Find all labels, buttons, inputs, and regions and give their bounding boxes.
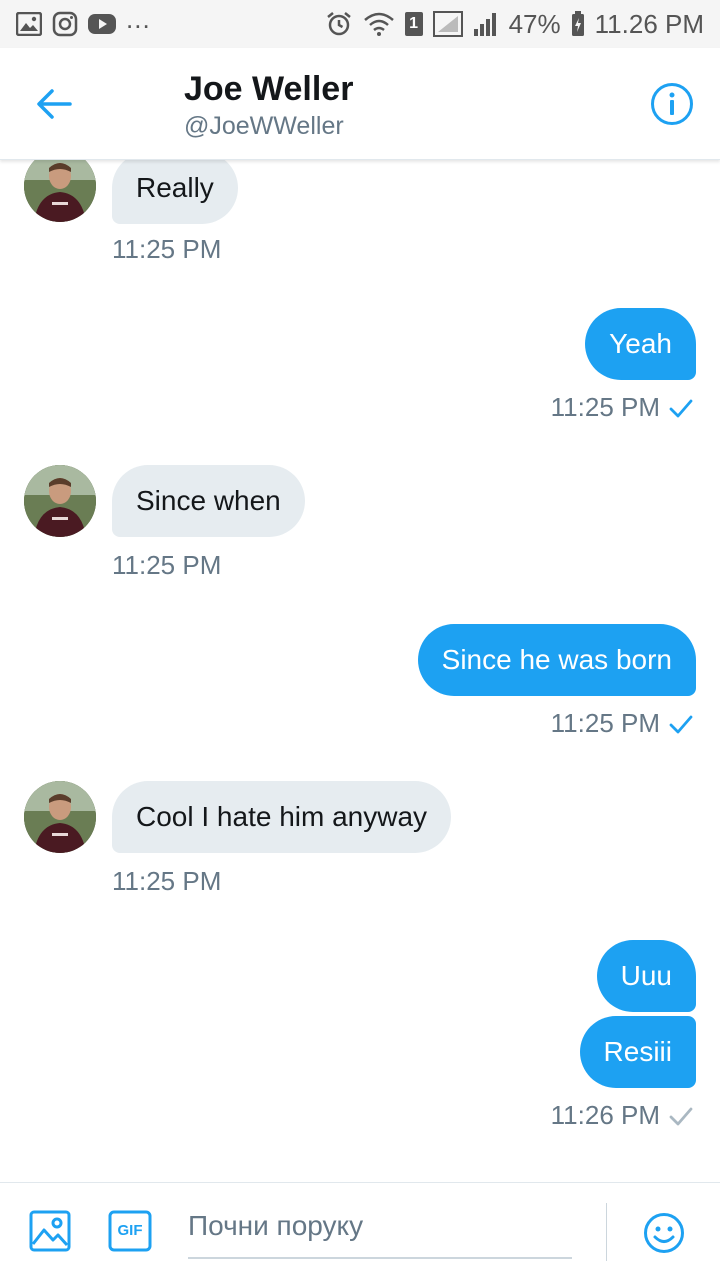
avatar[interactable] [24, 781, 96, 853]
message-timestamp: 11:25 PM [112, 866, 222, 896]
youtube-icon [88, 13, 116, 35]
status-bar-left: ... [16, 4, 151, 37]
emoji-button[interactable] [642, 1211, 686, 1255]
message-bubble-outgoing[interactable]: Since he was born [417, 624, 696, 696]
composer-divider [606, 1203, 607, 1261]
add-photo-button[interactable] [28, 1209, 72, 1253]
status-bar-right: 1 47% 11.26 PM [325, 9, 704, 40]
dm-conversation-screen: ... 1 47% 11.26 PM Joe Weller @JoeWWelle… [0, 0, 720, 1280]
back-button[interactable] [34, 84, 74, 124]
avatar[interactable] [24, 465, 96, 537]
battery-icon [571, 11, 585, 37]
read-check-icon [669, 715, 693, 734]
signal-icon [432, 11, 463, 37]
message-bubble-incoming[interactable]: Since when [112, 465, 305, 537]
message-bubble-outgoing[interactable]: Uuu [596, 940, 696, 1012]
message-timestamp: 11:25 PM [112, 234, 222, 264]
battery-percent: 47% [508, 8, 561, 39]
message-bubble-outgoing[interactable]: Yeah [585, 308, 696, 380]
message-bubble-incoming[interactable]: Cool I hate him anyway [112, 781, 452, 853]
status-bar: ... 1 47% 11.26 PM [0, 0, 720, 48]
signal-bars-icon [473, 11, 499, 37]
message-input[interactable]: Почни поруку [188, 1201, 572, 1259]
instagram-icon [52, 11, 78, 37]
alarm-icon [325, 10, 353, 38]
wifi-icon [363, 11, 395, 37]
message-bubble-outgoing[interactable]: Resiii [579, 1016, 696, 1088]
message-timestamp: 11:25 PM [550, 708, 660, 738]
gif-button[interactable]: GIF [108, 1209, 152, 1253]
gif-label: GIF [117, 1222, 143, 1239]
back-arrow-icon [37, 89, 72, 119]
info-icon [651, 83, 693, 125]
message-bubble-incoming[interactable]: Really [112, 160, 238, 224]
avatar[interactable] [24, 160, 96, 222]
emoji-icon [644, 1213, 684, 1253]
gallery-icon [16, 12, 42, 36]
sim-indicator: 1 [404, 12, 423, 36]
image-icon [29, 1210, 71, 1252]
message-timestamp: 11:25 PM [550, 392, 660, 422]
notification-overflow: ... [126, 3, 151, 34]
sent-check-icon [669, 1107, 693, 1126]
conversation-header: Joe Weller @JoeWWeller [0, 48, 720, 160]
message-composer: GIF Почни поруку [0, 1182, 720, 1280]
message-timestamp: 11:26 PM [550, 1100, 660, 1130]
message-timestamp: 11:25 PM [112, 550, 222, 580]
conversation-title[interactable]: Joe Weller [184, 70, 353, 109]
info-button[interactable] [650, 82, 694, 126]
conversation-handle[interactable]: @JoeWWeller [184, 112, 344, 141]
clock: 11.26 PM [594, 8, 704, 39]
message-list[interactable]: Really 11:25 PM Yeah 11:25 PM Since when… [0, 160, 720, 1182]
read-check-icon [669, 399, 693, 418]
